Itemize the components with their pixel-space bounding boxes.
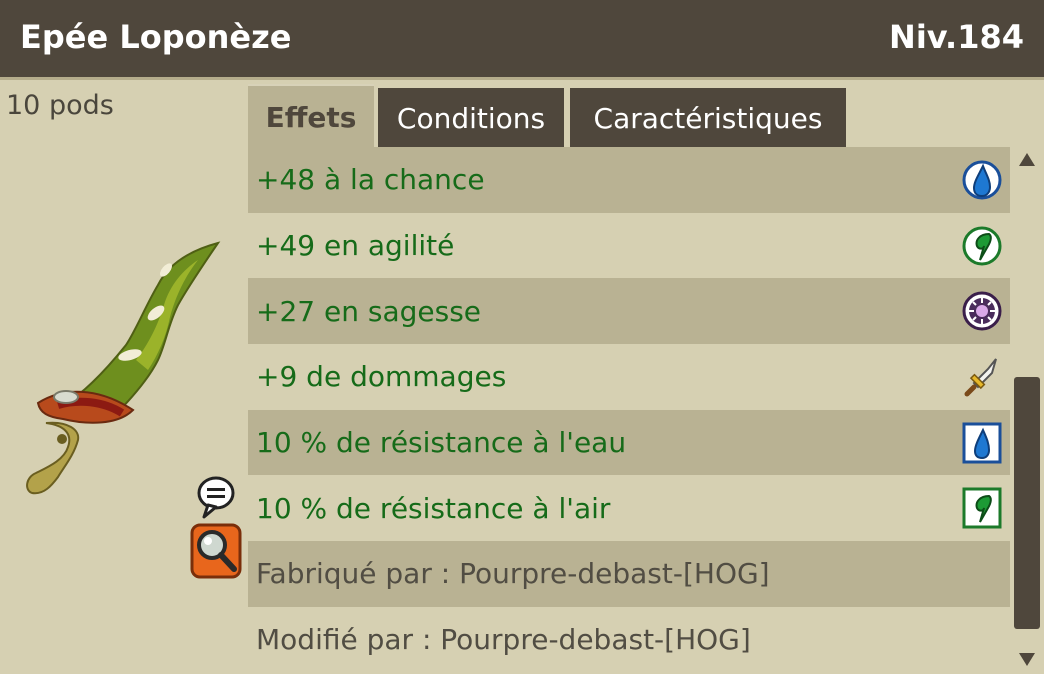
tab-caracteristiques[interactable]: Caractéristiques xyxy=(570,88,846,148)
sword-illustration xyxy=(26,241,221,495)
effect-text: +49 en agilité xyxy=(256,229,455,263)
sword-icon xyxy=(964,358,997,397)
effect-text: +9 de dommages xyxy=(256,360,507,394)
modified-by-text: Modifié par : Pourpre-debast-[HOG] xyxy=(256,623,751,657)
scroll-down-arrow-icon[interactable] xyxy=(1019,653,1035,666)
air-swirl-square-icon xyxy=(962,487,1002,529)
effect-text: +27 en sagesse xyxy=(256,294,482,328)
tab-effets[interactable]: Effets xyxy=(248,84,374,148)
magnifier-icon xyxy=(190,523,242,579)
effect-row: +27 en sagesse xyxy=(248,278,1010,345)
crafted-by-text: Fabriqué par : Pourpre-debast-[HOG] xyxy=(256,557,770,591)
effect-row: +48 à la chance xyxy=(248,147,1010,213)
tab-conditions[interactable]: Conditions xyxy=(378,88,564,148)
effect-text: 10 % de résistance à l'eau xyxy=(256,426,627,460)
effect-row: +9 de dommages xyxy=(248,344,1010,410)
item-header: Epée Loponèze Niv.184 xyxy=(0,0,1044,80)
speech-bubble-icon xyxy=(197,476,235,519)
effect-row: 10 % de résistance à l'eau xyxy=(248,409,1010,476)
item-level: Niv.184 xyxy=(889,18,1024,56)
scroll-up-arrow-icon[interactable] xyxy=(1019,153,1035,166)
effect-text: 10 % de résistance à l'air xyxy=(256,491,611,525)
effect-text: +48 à la chance xyxy=(256,163,485,197)
item-weight: 10 pods xyxy=(6,90,114,121)
modified-by-row: Modifié par : Pourpre-debast-[HOG] xyxy=(248,606,1010,673)
air-swirl-circle-icon xyxy=(962,226,1002,266)
water-drop-square-icon xyxy=(962,422,1002,464)
effects-list: +48 à la chance +49 en agilité +27 en sa… xyxy=(248,147,1010,674)
wisdom-eye-circle-icon xyxy=(962,291,1002,331)
effect-row: 10 % de résistance à l'air xyxy=(248,475,1010,542)
effect-row: +49 en agilité xyxy=(248,212,1010,279)
crafted-by-row: Fabriqué par : Pourpre-debast-[HOG] xyxy=(248,541,1010,607)
item-name: Epée Loponèze xyxy=(20,18,292,56)
water-drop-circle-icon xyxy=(962,160,1002,200)
scroll-thumb[interactable] xyxy=(1014,377,1040,629)
effects-scrollbar[interactable] xyxy=(1012,147,1042,674)
tab-bar: Effets Conditions Caractéristiques xyxy=(248,84,1018,148)
